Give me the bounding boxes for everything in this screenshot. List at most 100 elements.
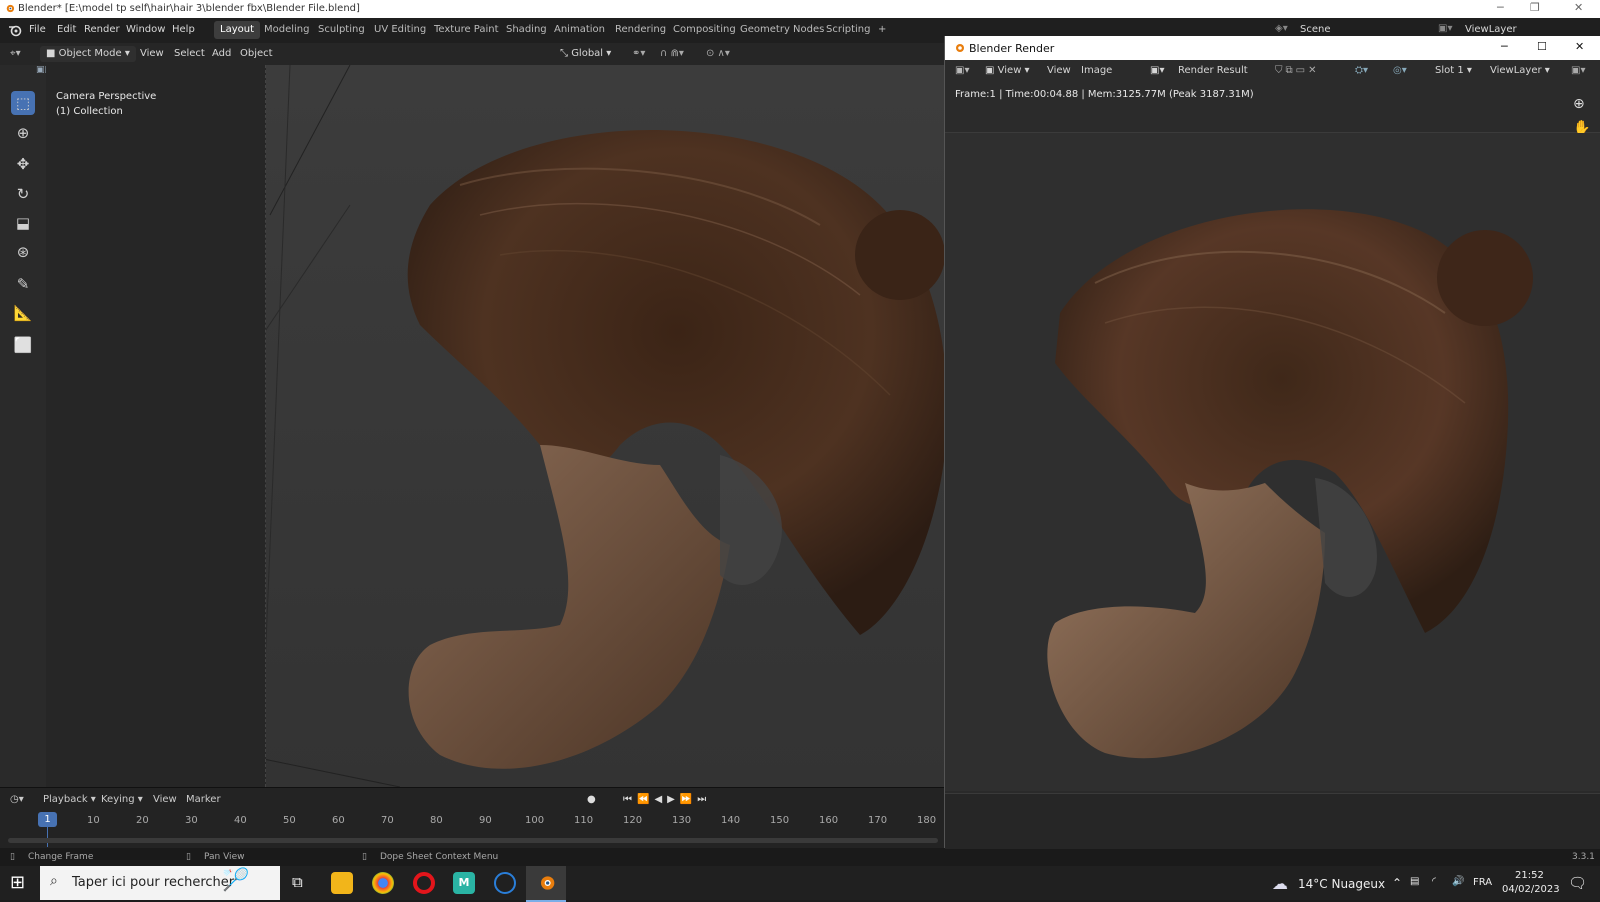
tray-chevron-icon[interactable]: ⌃: [1392, 876, 1402, 890]
slot-dropdown[interactable]: Slot 1 ▾: [1435, 63, 1472, 79]
clock-time[interactable]: 21:52: [1515, 870, 1544, 881]
weather-text[interactable]: 14°C Nuageux: [1298, 877, 1385, 891]
menu-edit[interactable]: Edit: [57, 24, 76, 35]
select-menu[interactable]: Select: [174, 46, 205, 62]
pivot-icon[interactable]: ⚭▾: [632, 46, 645, 62]
view-layer-dropdown[interactable]: ViewLayer ▾: [1490, 63, 1550, 79]
viewport-header: ⌖▾ ■ Object Mode ▾ View Select Add Objec…: [0, 43, 944, 65]
render-minimize-button[interactable]: ─: [1501, 40, 1508, 53]
windows-start-icon[interactable]: ⊞: [10, 872, 25, 893]
image-action-icons[interactable]: ⛉⧉▭✕: [1275, 63, 1319, 79]
annotate-tool-icon[interactable]: ✎: [11, 272, 35, 296]
tab-layout[interactable]: Layout: [214, 21, 260, 39]
render-result-canvas[interactable]: [945, 133, 1600, 791]
overlay-icon[interactable]: ◎▾: [1393, 63, 1407, 79]
restore-button[interactable]: ❐: [1530, 1, 1540, 14]
view-layer-icon[interactable]: ▣▾: [1438, 23, 1452, 34]
scene-name[interactable]: Scene: [1300, 24, 1331, 35]
scene-icon[interactable]: ◈▾: [1275, 23, 1288, 34]
volume-icon[interactable]: 🔊: [1452, 876, 1464, 887]
search-icon: ⌕: [50, 873, 58, 889]
tab-shading[interactable]: Shading: [500, 21, 553, 39]
transform-orientation-dropdown[interactable]: ⤡ Global ▾: [560, 46, 611, 62]
cursor-tool-icon[interactable]: ⊕: [11, 121, 35, 145]
chrome-icon[interactable]: [372, 872, 394, 894]
timeline-view-menu[interactable]: View: [153, 794, 177, 805]
tab-geometry-nodes[interactable]: Geometry Nodes: [734, 21, 830, 39]
timeline-scrollbar[interactable]: [8, 838, 938, 843]
tab-texture-paint[interactable]: Texture Paint: [428, 21, 505, 39]
taskbar-search[interactable]: ⌕ Taper ici pour rechercher 🏸: [40, 866, 280, 900]
menu-window[interactable]: Window: [126, 24, 165, 35]
current-frame-indicator[interactable]: 1: [38, 812, 57, 827]
notification-icon[interactable]: 🗨: [1568, 874, 1587, 892]
opera-icon[interactable]: [413, 872, 435, 894]
frame-tick: 140: [721, 815, 741, 826]
tab-scripting[interactable]: Scripting: [820, 21, 876, 39]
menu-help[interactable]: Help: [172, 24, 195, 35]
blender-logo-icon: [6, 4, 15, 13]
render-close-button[interactable]: ✕: [1575, 40, 1584, 53]
view-mode-dropdown[interactable]: ▣ View ▾: [985, 63, 1030, 79]
move-tool-icon[interactable]: ✥: [11, 152, 35, 176]
playback-menu[interactable]: Playback ▾: [43, 794, 96, 805]
blender-menu-icon[interactable]: [8, 24, 22, 37]
add-menu[interactable]: Add: [212, 46, 231, 62]
image-browse-icon[interactable]: ▣▾: [1150, 63, 1164, 79]
status-bar: ▯ Change Frame ▯ Pan View ▯ Dope Sheet C…: [0, 848, 1600, 866]
image-name-field[interactable]: Render Result: [1178, 63, 1248, 79]
snap-icon[interactable]: ∩ ⋒▾: [660, 46, 684, 62]
render-view-menu[interactable]: View: [1047, 63, 1071, 79]
view-menu[interactable]: View: [140, 46, 164, 62]
clock-date[interactable]: 04/02/2023: [1502, 884, 1560, 895]
measure-tool-icon[interactable]: 📐: [11, 301, 35, 325]
render-maximize-button[interactable]: ☐: [1537, 40, 1547, 53]
file-explorer-icon[interactable]: [331, 872, 353, 894]
close-button[interactable]: ✕: [1574, 1, 1583, 14]
object-mode-dropdown[interactable]: ■ Object Mode ▾: [40, 46, 136, 62]
proportional-edit-icon[interactable]: ⊙ ∧▾: [706, 46, 730, 62]
tab-sculpting[interactable]: Sculpting: [312, 21, 371, 39]
tab-animation[interactable]: Animation: [548, 21, 611, 39]
blender-taskbar-button[interactable]: [526, 866, 566, 902]
scale-tool-icon[interactable]: ⬓: [11, 211, 35, 235]
rotate-tool-icon[interactable]: ↻: [11, 182, 35, 206]
status-pan-view: Pan View: [204, 852, 245, 862]
record-button-icon[interactable]: ●: [587, 794, 596, 805]
mouse-middle-icon: ▯: [186, 852, 191, 862]
keying-menu[interactable]: Keying ▾: [101, 794, 143, 805]
tab-rendering[interactable]: Rendering: [609, 21, 672, 39]
language-indicator[interactable]: FRA: [1473, 877, 1492, 888]
marker-menu[interactable]: Marker: [186, 794, 221, 805]
minimize-button[interactable]: ─: [1497, 1, 1504, 14]
timeline-editor-icon[interactable]: ◷▾: [10, 794, 24, 805]
menu-render[interactable]: Render: [84, 24, 120, 35]
device-icon[interactable]: ▤: [1410, 876, 1419, 887]
blender-logo-icon: [956, 44, 964, 52]
select-box-tool-icon[interactable]: ⬚: [11, 91, 35, 115]
playback-controls[interactable]: ⏮⏪◀▶⏩⏭: [623, 794, 711, 805]
display-channels-icon[interactable]: ⛭▾: [1355, 63, 1368, 79]
menu-file[interactable]: File: [29, 24, 46, 35]
image-menu[interactable]: Image: [1081, 63, 1112, 79]
tab-modeling[interactable]: Modeling: [258, 21, 316, 39]
windows-taskbar: ⊞ ⌕ Taper ici pour rechercher 🏸 ⧉ M ☁ 14…: [0, 866, 1600, 902]
task-view-icon[interactable]: ⧉: [292, 873, 303, 891]
pass-icon[interactable]: ▣▾: [1571, 63, 1585, 79]
tab-compositing[interactable]: Compositing: [667, 21, 742, 39]
image-editor-type-icon[interactable]: ▣▾: [955, 63, 969, 79]
object-menu[interactable]: Object: [240, 46, 273, 62]
zoom-icon[interactable]: ⊕: [1573, 96, 1585, 112]
tab-uv-editing[interactable]: UV Editing: [368, 21, 432, 39]
wifi-icon[interactable]: ◜: [1432, 876, 1436, 887]
cloud-icon[interactable]: ☁: [1272, 874, 1288, 893]
render-stats: Frame:1 | Time:00:04.88 | Mem:3125.77M (…: [955, 89, 1254, 100]
view-layer-name[interactable]: ViewLayer: [1465, 24, 1517, 35]
editor-type-icon[interactable]: ⌖▾: [10, 46, 21, 62]
frame-tick: 150: [770, 815, 790, 826]
add-cube-tool-icon[interactable]: ⬜: [11, 333, 35, 357]
maya-icon[interactable]: M: [453, 872, 475, 894]
c-app-icon[interactable]: [494, 872, 516, 894]
add-workspace-button[interactable]: +: [872, 21, 892, 39]
transform-tool-icon[interactable]: ⊛: [11, 240, 35, 264]
